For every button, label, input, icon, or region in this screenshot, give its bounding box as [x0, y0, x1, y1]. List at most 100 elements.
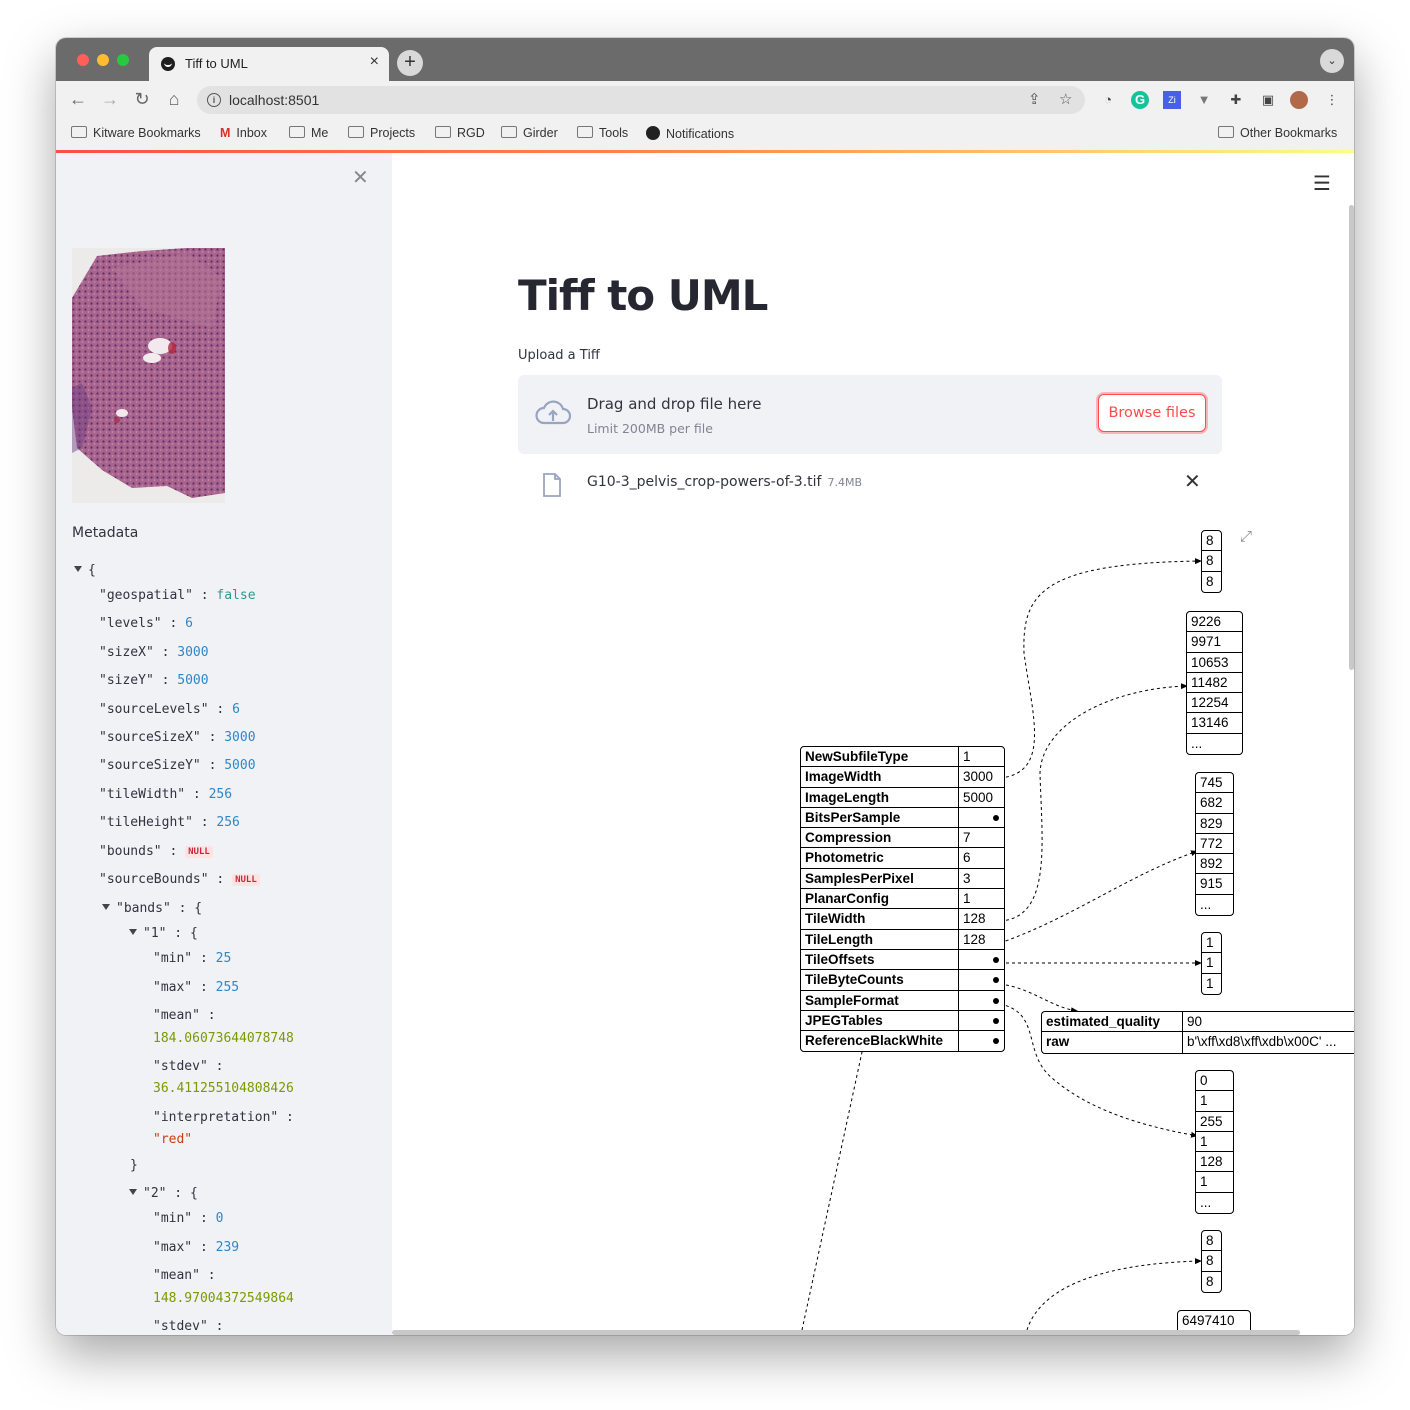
tile-offsets-list: 9226 9971 10653 11482 12254 13146...	[1186, 611, 1243, 756]
side-panel-icon[interactable]: ▣	[1259, 91, 1277, 109]
list-item: 1	[1196, 1091, 1233, 1112]
bookmark-tools[interactable]: Tools	[577, 126, 628, 140]
json-entry: "interpretation" :	[153, 1110, 294, 1125]
list-item: 8	[1202, 551, 1221, 572]
json-entry: "bounds" : NULL	[99, 844, 213, 859]
forward-icon[interactable]: →	[99, 89, 121, 110]
table-row: TileLength 128	[801, 929, 1004, 950]
close-sidebar-icon[interactable]: ✕	[352, 165, 369, 190]
list-item: 1	[1202, 953, 1221, 974]
field-value	[959, 991, 1004, 1010]
table-row: SampleFormat	[801, 990, 1004, 1011]
list-item: 13146	[1187, 713, 1242, 734]
list-item: 8	[1202, 531, 1221, 552]
list-item: 9226	[1187, 612, 1242, 633]
table-row: JPEGTables	[801, 1010, 1004, 1032]
json-band-2-open[interactable]: "2" : {	[129, 1186, 198, 1201]
json-entry: "max" : 239	[153, 1240, 240, 1255]
bookmark-girder[interactable]: Girder	[501, 126, 558, 140]
table-row: SamplesPerPixel 3	[801, 868, 1004, 890]
field-name: ImageWidth	[801, 767, 959, 787]
grammarly-extension-icon[interactable]: G	[1131, 91, 1149, 109]
browser-tab[interactable]: Tiff to UML ×	[149, 47, 389, 81]
bookmark-inbox[interactable]: M Inbox	[220, 126, 267, 140]
json-entry: "sourceSizeY" : 5000	[99, 758, 256, 773]
other-bookmarks[interactable]: Other Bookmarks	[1218, 126, 1337, 140]
horizontal-scrollbar[interactable]	[392, 1330, 1300, 1335]
address-bar[interactable]: i localhost:8501 ⇪ ☆	[197, 86, 1085, 114]
field-value	[959, 1031, 1004, 1051]
json-band-1-open[interactable]: "1" : {	[129, 926, 198, 941]
pointer-dot-icon	[993, 997, 999, 1004]
sidebar: ✕ Metadata {"geospatial": false "level…	[56, 153, 392, 1335]
bookmark-kitware[interactable]: Kitware Bookmarks	[71, 126, 201, 140]
new-tab-button[interactable]: +	[397, 50, 423, 76]
table-row: NewSubfileType 1	[801, 747, 1004, 768]
collapse-caret-icon[interactable]	[129, 929, 137, 935]
list-item: 0	[1196, 1071, 1233, 1092]
list-item: 682	[1196, 793, 1233, 814]
collapse-caret-icon[interactable]	[129, 1189, 137, 1195]
ifd-table: NewSubfileType 1 ImageWidth 3000 ImageLength…	[800, 746, 1005, 1053]
field-name: Compression	[801, 828, 959, 848]
bookmark-star-icon[interactable]: ☆	[1059, 90, 1072, 108]
table-row: Compression 7	[801, 828, 1004, 849]
profile-avatar[interactable]	[1290, 91, 1308, 109]
json-entry: "mean" :	[153, 1268, 216, 1283]
home-icon[interactable]: ⌂	[163, 89, 185, 110]
table-row: raw b'\xff\xd8\xff\xdb\x00C' ...	[1042, 1032, 1354, 1053]
bits-per-sample-list: 888	[1201, 530, 1222, 593]
json-entry: "mean" :	[153, 1008, 216, 1023]
pointer-dot-icon	[993, 1017, 999, 1024]
folder-icon	[289, 126, 305, 138]
arrow-tilebytecounts	[999, 850, 1199, 944]
close-window-button[interactable]	[77, 54, 89, 66]
share-icon[interactable]: ⇪	[1028, 90, 1041, 108]
bookmark-rgd[interactable]: RGD	[435, 126, 485, 140]
field-name: Photometric	[801, 848, 959, 868]
tab-search-button[interactable]: ⌄	[1320, 49, 1344, 73]
bookmark-me[interactable]: Me	[289, 126, 328, 140]
vue-extension-icon[interactable]: ▼	[1195, 91, 1213, 109]
bookmark-notifications[interactable]: Notifications	[646, 126, 734, 141]
back-icon[interactable]: ←	[67, 89, 89, 110]
json-entry: "min" : 25	[153, 951, 232, 966]
json-entry: "sourceSizeX" : 3000	[99, 730, 256, 745]
metadata-label: Metadata	[72, 525, 139, 541]
zoom-extension-icon[interactable]: Zi	[1163, 91, 1181, 109]
list-item: ...	[1191, 735, 1203, 751]
tiff-thumbnail-image	[72, 248, 225, 503]
table-row: TileByteCounts	[801, 970, 1004, 991]
json-entry: "sourceBounds" : NULL	[99, 872, 260, 887]
field-value: 128	[963, 931, 986, 947]
browser-menu-icon[interactable]: ⋮	[1323, 91, 1341, 109]
list-item: 11482	[1187, 673, 1242, 694]
reload-icon[interactable]: ↻	[131, 89, 153, 110]
performance-extension-icon[interactable]: ◔	[1099, 91, 1117, 109]
browser-toolbar: ← → ↻ ⌂ i localhost:8501 ⇪ ☆ ◔ G Zi ▼ ✚ …	[56, 81, 1354, 119]
field-name: BitsPerSample	[801, 807, 959, 828]
json-entry: "stdev" :	[153, 1059, 224, 1074]
field-value	[959, 808, 1004, 827]
field-name: TileLength	[801, 929, 959, 949]
json-root-open[interactable]: {	[74, 563, 96, 578]
field-name: SamplesPerPixel	[801, 868, 959, 889]
json-entry: "sizeX" : 3000	[99, 645, 209, 660]
collapse-caret-icon[interactable]	[74, 566, 82, 572]
list-item: 9971	[1187, 632, 1242, 653]
field-name: ReferenceBlackWhite	[801, 1031, 959, 1052]
site-info-icon[interactable]: i	[207, 93, 221, 107]
table-row: ReferenceBlackWhite	[801, 1031, 1004, 1052]
field-name: TileByteCounts	[801, 970, 959, 990]
json-entry: "min" : 0	[153, 1211, 224, 1226]
bookmark-projects[interactable]: Projects	[348, 126, 415, 140]
maximize-window-button[interactable]	[117, 54, 129, 66]
tab-strip: Tiff to UML × + ⌄	[56, 38, 1354, 81]
json-bands-open[interactable]: "bands" : {	[102, 901, 202, 916]
extensions-puzzle-icon[interactable]: ✚	[1227, 91, 1245, 109]
field-value	[959, 950, 1004, 969]
minimize-window-button[interactable]	[97, 54, 109, 66]
collapse-caret-icon[interactable]	[102, 904, 110, 910]
close-tab-icon[interactable]: ×	[370, 53, 379, 71]
sample-format-list: 111	[1201, 932, 1222, 995]
